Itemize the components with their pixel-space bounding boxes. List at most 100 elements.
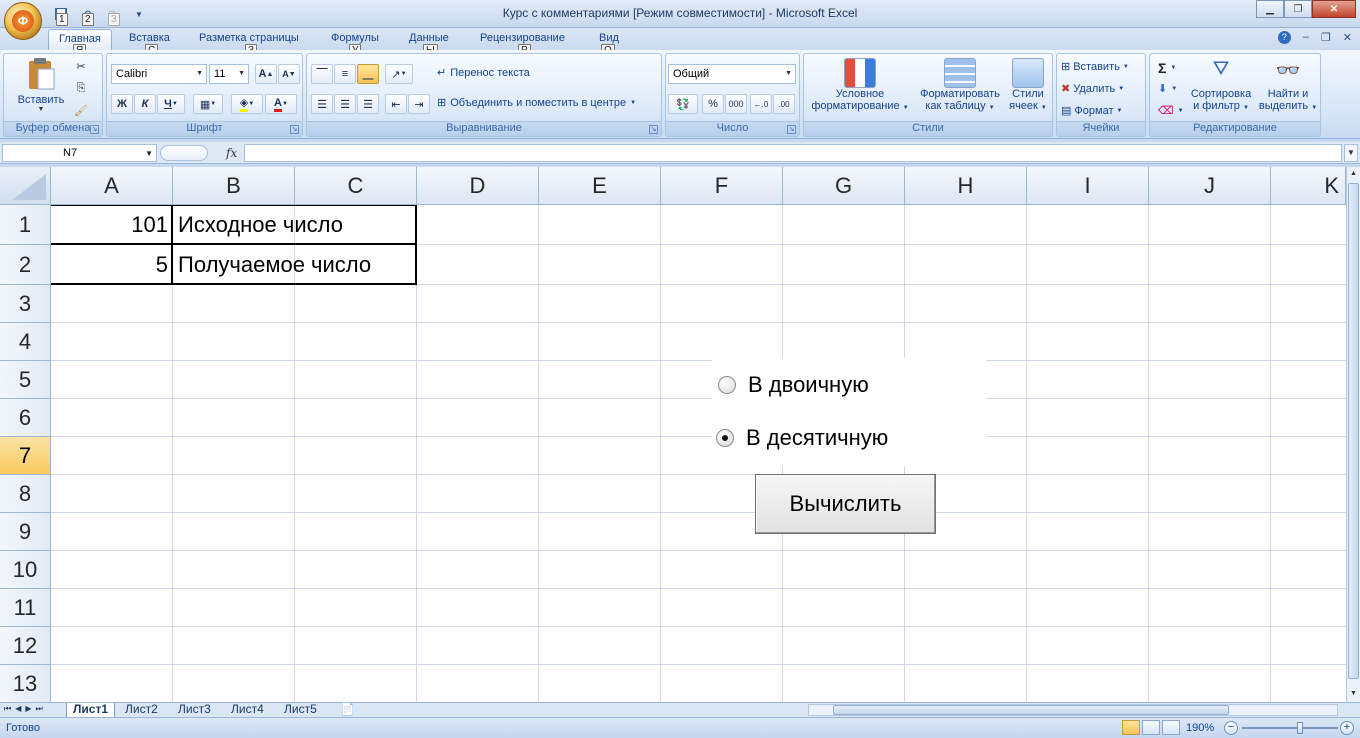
delete-cells-button[interactable]: ✖ Удалить ▼ xyxy=(1061,82,1124,96)
row-header-12[interactable]: 12 xyxy=(0,627,51,665)
conditional-formatting-button[interactable]: Условное форматирование ▼ xyxy=(808,58,912,112)
insert-sheet-button[interactable]: 📄 xyxy=(334,703,361,717)
office-button[interactable]: Ф xyxy=(4,2,42,40)
help-icon[interactable]: ? xyxy=(1277,31,1291,44)
row-header-11[interactable]: 11 xyxy=(0,589,51,627)
decrease-indent-button[interactable]: ⇤ xyxy=(385,94,407,114)
row-header-7[interactable]: 7 xyxy=(0,437,51,475)
align-top-button[interactable]: ⎺ xyxy=(311,64,333,84)
column-header-i[interactable]: I xyxy=(1027,167,1149,205)
row-header-6[interactable]: 6 xyxy=(0,399,51,437)
percent-button[interactable]: % xyxy=(702,94,724,114)
row-header-4[interactable]: 4 xyxy=(0,323,51,361)
radio-decimal[interactable]: В десятичную xyxy=(716,425,888,451)
page-layout-view-button[interactable] xyxy=(1142,720,1160,735)
align-left-button[interactable]: ☰ xyxy=(311,94,333,114)
expand-formula-bar-button[interactable]: ▼ xyxy=(1344,144,1358,162)
column-header-b[interactable]: B xyxy=(173,167,295,205)
zoom-in-button[interactable]: + xyxy=(1340,721,1354,735)
tab-home[interactable]: Главная Я xyxy=(48,29,112,57)
cell-b1[interactable]: Исходное число xyxy=(178,212,343,238)
fill-color-button[interactable]: ◈ ▼ xyxy=(231,94,263,114)
format-painter-button[interactable]: 🖌 xyxy=(70,100,92,120)
tab-review[interactable]: Рецензирование Р xyxy=(480,32,565,57)
first-sheet-icon[interactable]: ⏮ xyxy=(4,704,11,714)
minimize-button[interactable]: ▁ xyxy=(1256,0,1284,18)
wrap-text-button[interactable]: ↵ Перенос текста xyxy=(437,66,530,80)
merge-center-button[interactable]: ⊞ Объединить и поместить в центре ▼ xyxy=(437,96,636,110)
row-header-3[interactable]: 3 xyxy=(0,285,51,323)
calculate-button[interactable]: Вычислить xyxy=(755,474,936,534)
currency-button[interactable]: 💱 xyxy=(668,94,698,114)
sheet-tab-3[interactable]: Лист3 xyxy=(172,703,217,717)
row-header-1[interactable]: 1 xyxy=(0,205,51,245)
orientation-button[interactable]: ↗ ▼ xyxy=(385,64,413,84)
autosum-button[interactable]: Σ ▼ xyxy=(1158,60,1176,76)
cell-b2[interactable]: Получаемое число xyxy=(178,252,371,278)
zoom-slider[interactable] xyxy=(1242,727,1338,729)
shrink-font-button[interactable]: A ▼ xyxy=(278,64,300,84)
align-right-button[interactable]: ☰ xyxy=(357,94,379,114)
column-header-g[interactable]: G xyxy=(783,167,905,205)
align-middle-button[interactable]: ≡ xyxy=(334,64,356,84)
copy-button[interactable]: ⎘ xyxy=(70,78,92,98)
insert-function-button[interactable]: fx xyxy=(226,146,237,160)
column-header-d[interactable]: D xyxy=(417,167,539,205)
sheet-tab-4[interactable]: Лист4 xyxy=(225,703,270,717)
cell-styles-button[interactable]: Стили ячеек ▼ xyxy=(1006,58,1050,112)
align-center-button[interactable]: ☰ xyxy=(334,94,356,114)
name-box[interactable]: N7 ▼ xyxy=(2,144,157,162)
row-header-9[interactable]: 9 xyxy=(0,513,51,551)
minimize-doc-icon[interactable]: – xyxy=(1303,31,1309,44)
sort-filter-button[interactable]: ⛛ Сортировка и фильтр ▼ xyxy=(1186,58,1256,112)
zoom-out-button[interactable]: − xyxy=(1224,721,1238,735)
increase-decimal-button[interactable]: ←.0 xyxy=(750,94,772,114)
next-sheet-icon[interactable]: ▶ xyxy=(25,704,31,714)
format-cells-button[interactable]: ▤ Формат ▼ xyxy=(1061,104,1122,118)
scroll-down-icon[interactable]: ▼ xyxy=(1347,687,1360,701)
font-launcher[interactable]: ↘ xyxy=(290,125,299,134)
font-size-select[interactable]: 11 ▼ xyxy=(209,64,249,84)
formula-input[interactable] xyxy=(244,144,1342,162)
clipboard-launcher[interactable]: ↘ xyxy=(90,125,99,134)
normal-view-button[interactable] xyxy=(1122,720,1140,735)
scroll-up-icon[interactable]: ▲ xyxy=(1347,167,1360,181)
borders-button[interactable]: ▦ ▼ xyxy=(193,94,223,114)
align-bottom-button[interactable]: ⎽ xyxy=(357,64,379,84)
row-header-8[interactable]: 8 xyxy=(0,475,51,513)
underline-button[interactable]: Ч ▼ xyxy=(157,94,185,114)
vertical-scroll-thumb[interactable] xyxy=(1348,183,1359,679)
column-header-e[interactable]: E xyxy=(539,167,661,205)
alignment-launcher[interactable]: ↘ xyxy=(649,125,658,134)
sheet-tab-5[interactable]: Лист5 xyxy=(278,703,323,717)
row-header-13[interactable]: 13 xyxy=(0,665,51,702)
decrease-decimal-button[interactable]: .00 xyxy=(773,94,795,114)
number-format-select[interactable]: Общий ▼ xyxy=(668,64,796,84)
restore-doc-icon[interactable]: ❐ xyxy=(1321,31,1331,44)
horizontal-scroll-thumb[interactable] xyxy=(833,705,1229,715)
last-sheet-icon[interactable]: ⏭ xyxy=(36,704,43,714)
column-header-k[interactable]: K xyxy=(1271,167,1346,205)
row-header-2[interactable]: 2 xyxy=(0,245,51,285)
italic-button[interactable]: К xyxy=(134,94,156,114)
tab-page-layout[interactable]: Разметка страницы З xyxy=(199,32,299,57)
increase-indent-button[interactable]: ⇥ xyxy=(408,94,430,114)
prev-sheet-icon[interactable]: ◀ xyxy=(15,704,21,714)
insert-cells-button[interactable]: ⊞ Вставить ▼ xyxy=(1061,60,1129,74)
radio-binary[interactable]: В двоичную xyxy=(718,372,869,398)
column-header-a[interactable]: A xyxy=(51,167,173,205)
tab-insert[interactable]: Вставка С xyxy=(129,32,170,57)
sheet-tab-2[interactable]: Лист2 xyxy=(119,703,164,717)
sheet-tab-1[interactable]: Лист1 xyxy=(66,703,116,717)
close-doc-icon[interactable]: ✕ xyxy=(1343,31,1352,44)
zoom-level[interactable]: 190% xyxy=(1186,722,1214,734)
horizontal-scrollbar[interactable] xyxy=(808,704,1338,716)
zoom-slider-thumb[interactable] xyxy=(1297,722,1303,734)
worksheet-grid[interactable]: A B C D E F G H I J K 1 2 3 4 5 6 7 8 9 … xyxy=(0,167,1346,702)
page-break-view-button[interactable] xyxy=(1162,720,1180,735)
row-header-10[interactable]: 10 xyxy=(0,551,51,589)
close-button[interactable]: ✕ xyxy=(1312,0,1356,18)
select-all-button[interactable] xyxy=(0,167,51,205)
tab-view[interactable]: Вид О xyxy=(599,32,619,57)
vertical-scrollbar[interactable]: ▲ ▼ xyxy=(1346,167,1360,702)
